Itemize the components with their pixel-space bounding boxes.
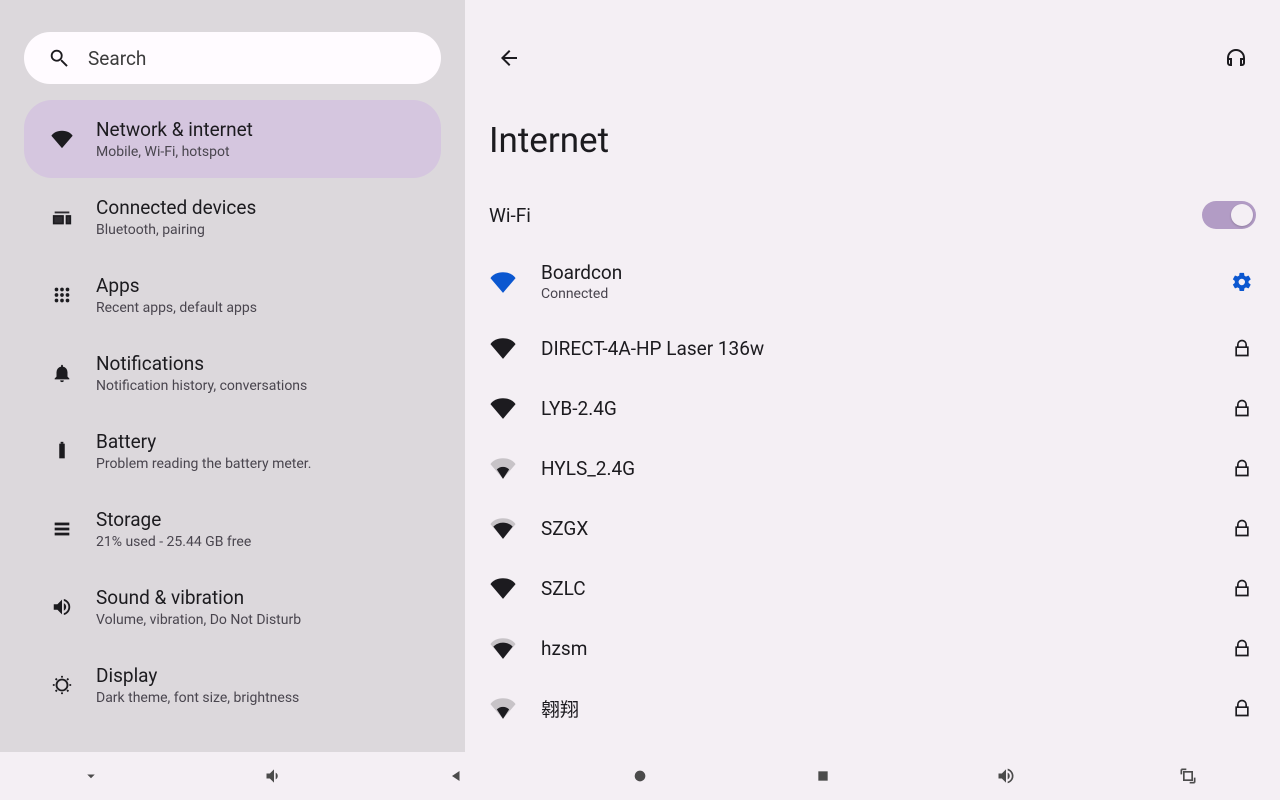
sidebar-item-title: Connected devices	[96, 196, 256, 219]
nav-volume-up-icon[interactable]	[986, 756, 1026, 796]
network-item[interactable]: DIRECT-4A-HP Laser 136w	[465, 318, 1280, 378]
nav-volume-down-icon[interactable]	[254, 756, 294, 796]
lock-icon	[1228, 334, 1256, 362]
lock-icon	[1228, 514, 1256, 542]
sidebar-item-notifications[interactable]: Notifications Notification history, conve…	[24, 334, 441, 412]
network-name: SZLC	[541, 577, 1204, 600]
sidebar-item-battery[interactable]: Battery Problem reading the battery meter…	[24, 412, 441, 490]
wifi-signal-icon	[489, 574, 517, 602]
lock-icon	[1228, 394, 1256, 422]
network-item[interactable]: LYB-2.4G	[465, 378, 1280, 438]
network-name: Boardcon	[541, 261, 1204, 284]
wifi-signal-icon	[489, 634, 517, 662]
storage-icon	[48, 518, 76, 540]
network-name: LYB-2.4G	[541, 397, 1204, 420]
lock-icon	[1228, 634, 1256, 662]
navigation-bar	[0, 752, 1280, 800]
network-item[interactable]: 翱翔	[465, 678, 1280, 738]
network-list: Boardcon Connected DIRECT-4A-HP Laser 136w…	[465, 241, 1280, 742]
page-title: Internet	[465, 80, 1280, 189]
settings-sidebar: Search Network & internet Mobile, Wi-Fi, …	[0, 0, 465, 752]
search-input[interactable]: Search	[24, 32, 441, 84]
sidebar-item-connected-devices[interactable]: Connected devices Bluetooth, pairing	[24, 178, 441, 256]
nav-home-button[interactable]	[620, 756, 660, 796]
network-item[interactable]: Boardcon Connected	[465, 245, 1280, 318]
sidebar-item-subtitle: Problem reading the battery meter.	[96, 456, 311, 472]
wifi-signal-icon	[489, 514, 517, 542]
headset-icon[interactable]	[1216, 38, 1256, 78]
sidebar-item-subtitle: Bluetooth, pairing	[96, 222, 256, 238]
wifi-toggle-row: Wi-Fi	[465, 189, 1280, 241]
sidebar-item-apps[interactable]: Apps Recent apps, default apps	[24, 256, 441, 334]
network-item[interactable]: HYLS_2.4G	[465, 438, 1280, 498]
network-name: hzsm	[541, 637, 1204, 660]
sidebar-item-title: Notifications	[96, 352, 307, 375]
search-placeholder: Search	[88, 47, 146, 70]
back-button[interactable]	[489, 38, 529, 78]
sidebar-item-title: Storage	[96, 508, 251, 531]
lock-icon	[1228, 694, 1256, 722]
wifi-label: Wi-Fi	[489, 204, 531, 227]
sidebar-item-title: Apps	[96, 274, 257, 297]
battery-icon	[48, 440, 76, 462]
sidebar-item-title: Network & internet	[96, 118, 253, 141]
lock-icon	[1228, 574, 1256, 602]
nav-back-button[interactable]	[437, 756, 477, 796]
network-name: DIRECT-4A-HP Laser 136w	[541, 337, 1204, 360]
devices-icon	[48, 206, 76, 228]
network-status: Connected	[541, 286, 1204, 302]
network-name: 翱翔	[541, 695, 1204, 722]
search-icon	[48, 47, 70, 69]
apps-icon	[48, 284, 76, 306]
sidebar-item-subtitle: Mobile, Wi-Fi, hotspot	[96, 144, 253, 160]
wifi-signal-icon	[489, 454, 517, 482]
wifi-signal-icon	[489, 694, 517, 722]
wifi-switch[interactable]	[1202, 201, 1256, 229]
sidebar-item-subtitle: Dark theme, font size, brightness	[96, 690, 299, 706]
network-name: HYLS_2.4G	[541, 457, 1204, 480]
nav-screenshot-icon[interactable]	[1168, 756, 1208, 796]
wifi-signal-icon	[489, 394, 517, 422]
network-item[interactable]: SZGX	[465, 498, 1280, 558]
sidebar-item-title: Display	[96, 664, 299, 687]
sidebar-item-subtitle: Notification history, conversations	[96, 378, 307, 394]
sidebar-item-subtitle: 21% used - 25.44 GB free	[96, 534, 251, 550]
detail-pane: Internet Wi-Fi Boardcon Connected DIRECT-4…	[465, 0, 1280, 752]
network-item[interactable]: SZLC	[465, 558, 1280, 618]
sidebar-item-title: Battery	[96, 430, 311, 453]
sidebar-item-storage[interactable]: Storage 21% used - 25.44 GB free	[24, 490, 441, 568]
lock-icon	[1228, 454, 1256, 482]
network-item[interactable]: hzsm	[465, 618, 1280, 678]
sidebar-item-display[interactable]: Display Dark theme, font size, brightness	[24, 646, 441, 724]
display-icon	[48, 674, 76, 696]
sidebar-item-sound-vibration[interactable]: Sound & vibration Volume, vibration, Do N…	[24, 568, 441, 646]
sidebar-item-subtitle: Recent apps, default apps	[96, 300, 257, 316]
sidebar-item-title: Sound & vibration	[96, 586, 301, 609]
sidebar-item-network-internet[interactable]: Network & internet Mobile, Wi-Fi, hotspot	[24, 100, 441, 178]
bell-icon	[48, 362, 76, 384]
wifi-signal-icon	[489, 268, 517, 296]
nav-chevron-down-icon[interactable]	[71, 756, 111, 796]
wifi-icon	[48, 128, 76, 150]
nav-recent-button[interactable]	[803, 756, 843, 796]
wifi-signal-icon	[489, 334, 517, 362]
network-name: SZGX	[541, 517, 1204, 540]
sidebar-item-subtitle: Volume, vibration, Do Not Disturb	[96, 612, 301, 628]
sound-icon	[48, 596, 76, 618]
network-settings-icon[interactable]	[1228, 268, 1256, 296]
